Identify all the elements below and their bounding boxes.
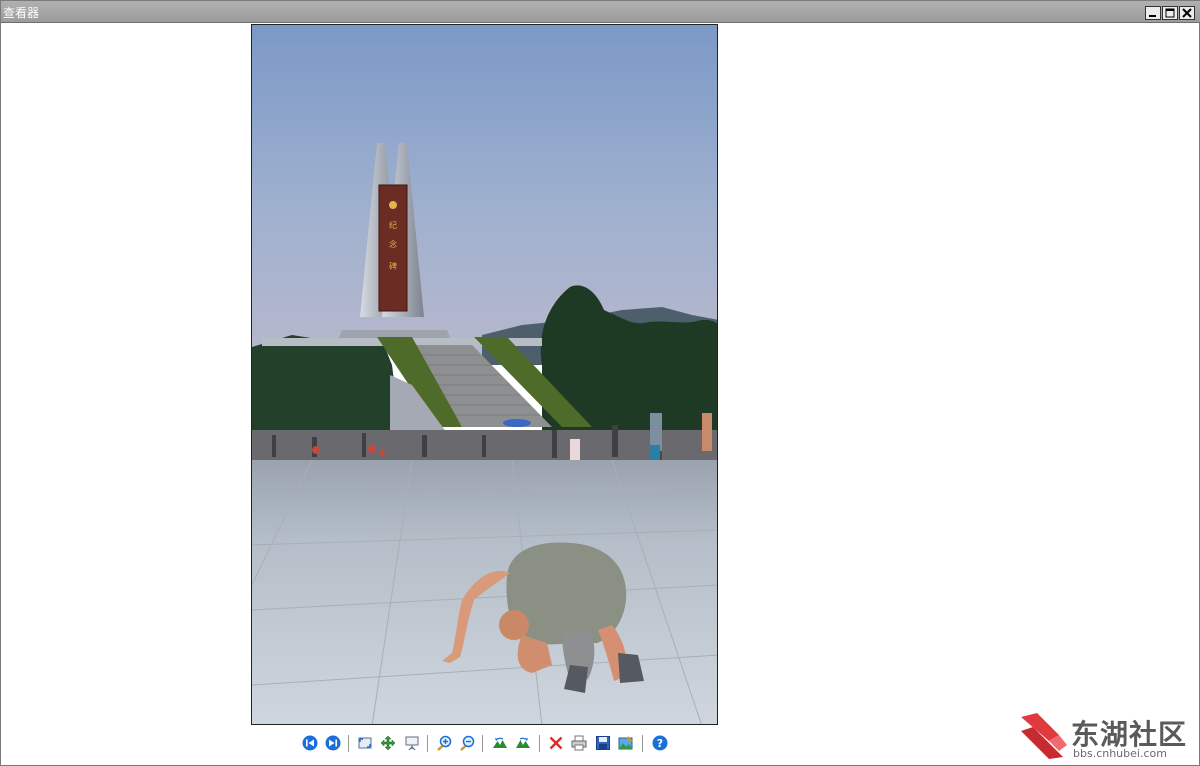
- fit-to-window-button[interactable]: [356, 734, 374, 752]
- rotate-left-icon: [493, 737, 507, 748]
- zoom-out-icon: [460, 735, 475, 751]
- edit-image-button[interactable]: [617, 734, 635, 752]
- skip-previous-icon: [302, 735, 318, 751]
- printer-icon: [571, 735, 587, 751]
- window-title: 查看器: [3, 6, 40, 20]
- next-image-button[interactable]: [324, 734, 342, 752]
- site-watermark: 东湖社区 bbs.cnhubei.com: [1019, 711, 1194, 763]
- toolbar-separator: [348, 735, 349, 752]
- monument-inscription: 纪 念 碑: [389, 220, 398, 271]
- svg-text:碑: 碑: [389, 261, 397, 271]
- photo-image: 纪 念 碑: [252, 25, 717, 724]
- toolbar-separator: [482, 735, 483, 752]
- toolbar-separator: [642, 735, 643, 752]
- zoom-in-button[interactable]: [435, 734, 453, 752]
- svg-text:纪: 纪: [389, 220, 398, 229]
- title-bar[interactable]: 查看器: [1, 1, 1200, 23]
- delete-button[interactable]: [547, 734, 565, 752]
- maximize-icon: [1165, 8, 1175, 18]
- delete-x-icon: [549, 736, 563, 750]
- photo-display[interactable]: 纪 念 碑: [251, 24, 718, 725]
- minimize-icon: [1149, 15, 1156, 17]
- zoom-in-icon: [437, 735, 452, 751]
- actual-size-button[interactable]: [379, 734, 397, 752]
- projector-icon: [405, 736, 419, 751]
- save-button[interactable]: [594, 734, 612, 752]
- rotate-left-button[interactable]: [491, 734, 509, 752]
- skip-next-icon: [325, 735, 341, 751]
- slideshow-button[interactable]: [403, 734, 421, 752]
- previous-image-button[interactable]: [301, 734, 319, 752]
- rotate-right-button[interactable]: [514, 734, 532, 752]
- move-arrows-icon: [380, 735, 396, 751]
- print-button[interactable]: [570, 734, 588, 752]
- watermark-url: bbs.cnhubei.com: [1073, 747, 1167, 760]
- svg-text:念: 念: [389, 239, 397, 249]
- close-button[interactable]: [1179, 6, 1195, 20]
- help-button[interactable]: ?: [651, 734, 669, 752]
- minimize-button[interactable]: [1145, 6, 1161, 20]
- image-edit-icon: [618, 736, 633, 750]
- toolbar-separator: [427, 735, 428, 752]
- close-icon: [1182, 8, 1192, 18]
- rotate-right-icon: [516, 737, 530, 748]
- fit-window-icon: [358, 737, 372, 749]
- zoom-out-button[interactable]: [458, 734, 476, 752]
- svg-text:?: ?: [657, 737, 663, 750]
- watermark-logo: [1021, 713, 1067, 759]
- help-icon: ?: [652, 735, 668, 751]
- toolbar-separator: [539, 735, 540, 752]
- maximize-button[interactable]: [1162, 6, 1178, 20]
- viewer-window: 查看器 纪 念 碑 ? 东湖社区 bbs.cnhubei.com: [0, 0, 1200, 766]
- floppy-disk-icon: [596, 736, 610, 750]
